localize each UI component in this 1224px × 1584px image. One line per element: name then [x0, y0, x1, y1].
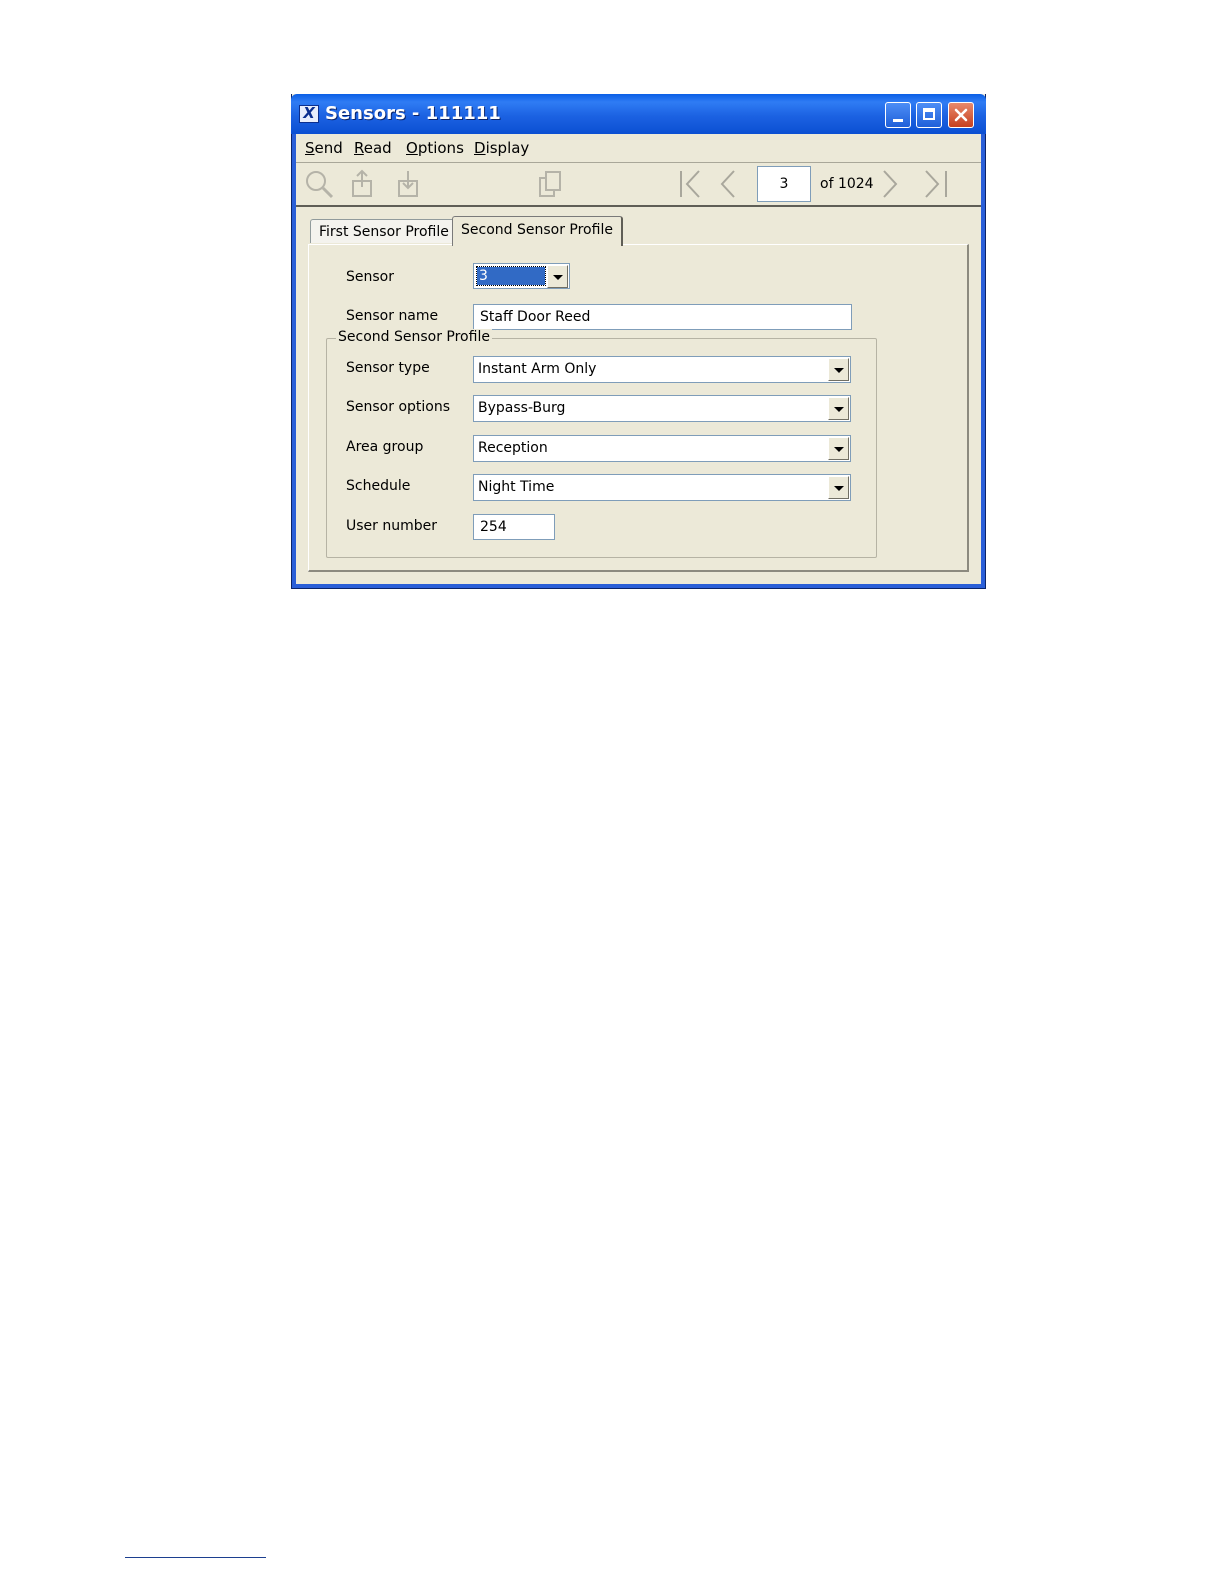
- title-bar[interactable]: X Sensors - 111111: [291, 94, 986, 134]
- toolbar: of 1024: [296, 163, 981, 207]
- user-number-label: User number: [346, 518, 437, 534]
- first-record-icon[interactable]: [677, 169, 707, 199]
- minimize-button[interactable]: [885, 102, 911, 128]
- chevron-down-icon[interactable]: [828, 476, 849, 499]
- sensor-name-field[interactable]: Staff Door Reed: [473, 304, 852, 330]
- tab-first-sensor-profile[interactable]: First Sensor Profile: [310, 219, 458, 243]
- menu-send[interactable]: Send: [305, 139, 343, 157]
- close-button[interactable]: [948, 102, 974, 128]
- schedule-select[interactable]: Night Time: [473, 474, 851, 501]
- schedule-label: Schedule: [346, 478, 411, 494]
- sensor-select-value: 3: [476, 266, 546, 286]
- group-title: Second Sensor Profile: [336, 329, 492, 345]
- sensor-type-label: Sensor type: [346, 360, 430, 376]
- chevron-down-icon[interactable]: [828, 437, 849, 460]
- menu-options[interactable]: Options: [406, 139, 464, 157]
- maximize-icon: [923, 108, 935, 120]
- sensor-options-value: Bypass-Burg: [478, 400, 566, 416]
- search-icon[interactable]: [304, 169, 334, 199]
- tab-second-sensor-profile[interactable]: Second Sensor Profile: [452, 216, 623, 246]
- user-number-field[interactable]: 254: [473, 514, 555, 540]
- minimize-icon: [893, 119, 903, 122]
- maximize-button[interactable]: [916, 102, 942, 128]
- area-group-label: Area group: [346, 439, 424, 455]
- chevron-down-icon[interactable]: [828, 397, 849, 420]
- chevron-down-icon[interactable]: [828, 358, 849, 381]
- sensor-name-label: Sensor name: [346, 308, 439, 324]
- sensors-window: X Sensors - 111111 Send Read Options Dis…: [291, 94, 986, 589]
- menu-bar: Send Read Options Display: [296, 134, 981, 163]
- schedule-value: Night Time: [478, 479, 555, 495]
- app-icon[interactable]: X: [299, 105, 319, 123]
- sensor-label: Sensor: [346, 269, 394, 285]
- footnote-rule: [125, 1557, 266, 1558]
- record-number-input[interactable]: [757, 166, 811, 202]
- sensor-type-value: Instant Arm Only: [478, 361, 597, 377]
- close-icon: [954, 108, 968, 122]
- sensor-select[interactable]: 3: [473, 263, 570, 289]
- previous-record-icon[interactable]: [714, 169, 744, 199]
- send-icon[interactable]: [348, 169, 378, 199]
- window-title: Sensors - 111111: [325, 103, 501, 124]
- last-record-icon[interactable]: [920, 169, 950, 199]
- menu-display[interactable]: Display: [474, 139, 529, 157]
- chevron-down-icon[interactable]: [547, 265, 568, 288]
- sensor-options-select[interactable]: Bypass-Burg: [473, 395, 851, 422]
- window-border-right: [981, 134, 985, 588]
- read-icon[interactable]: [394, 169, 424, 199]
- record-total-label: of 1024: [820, 176, 874, 192]
- sensor-options-label: Sensor options: [346, 399, 451, 415]
- next-record-icon[interactable]: [876, 169, 906, 199]
- area-group-value: Reception: [478, 440, 548, 456]
- area-group-select[interactable]: Reception: [473, 435, 851, 462]
- sensor-type-select[interactable]: Instant Arm Only: [473, 356, 851, 383]
- copy-icon[interactable]: [536, 169, 566, 199]
- menu-read[interactable]: Read: [354, 139, 392, 157]
